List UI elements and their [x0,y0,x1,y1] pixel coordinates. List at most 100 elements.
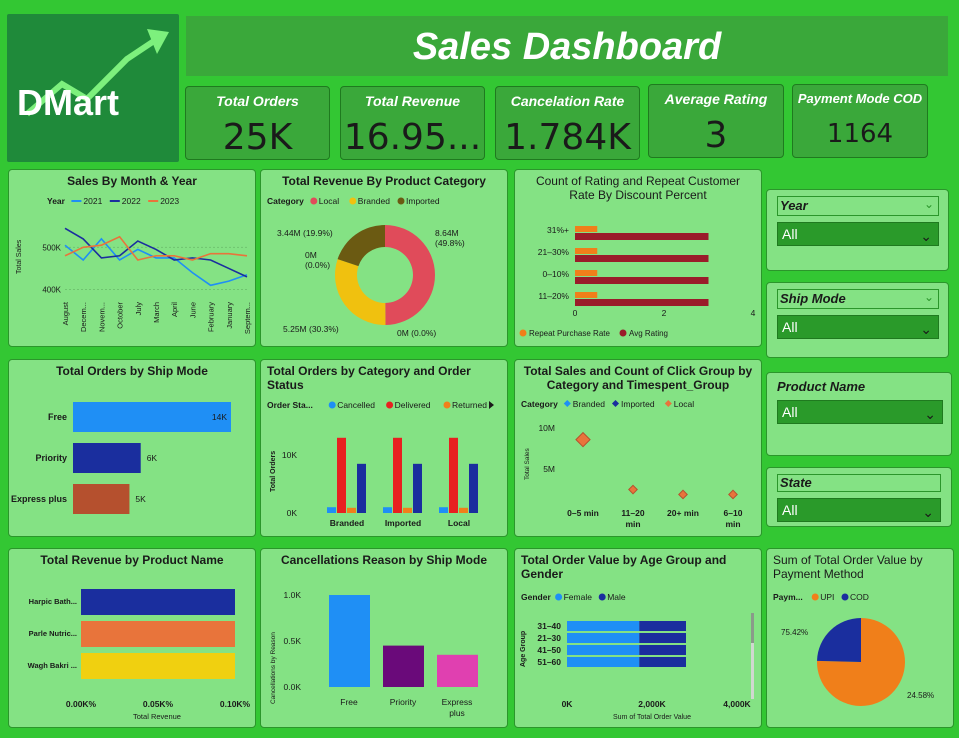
y-tick-label: 41–50 [537,645,561,655]
legend-label: COD [850,592,869,602]
bar-chart: 31%+ 21–30% 0–10% 11–20% 0 2 4 Repeat Purchase … [519,225,756,338]
y-tick-label: 5M [543,464,555,474]
x-tick-label: 0.10K% [220,699,251,709]
x-tick-label: January [225,302,234,329]
scatter-point [678,489,688,500]
legend-label: Avg Rating [629,329,668,338]
bar-male [639,633,686,643]
data-label: 14K [212,412,227,422]
slicer-label: Ship Mode [780,291,846,306]
x-tick-label: February [207,302,216,332]
data-label: 8.64M [435,228,459,238]
bar-female [567,621,640,631]
x-tick-label: 2,000K [638,699,666,709]
y-tick-label: Free [48,412,67,422]
play-icon [489,401,494,409]
x-tick-label: 6–10 [724,508,743,518]
legend-swatch [664,399,672,408]
legend-title: Category [267,196,304,206]
legend-swatch [555,593,563,601]
legend-swatch [598,593,606,601]
legend-label: Cancelled [337,400,375,410]
legend-label: Local [674,399,694,409]
legend-swatch [397,197,405,205]
kpi-cancelation-rate: Cancelation Rate 1.784K [495,86,640,160]
x-tick-label: 20+ min [667,508,699,518]
column-delivered [337,437,346,513]
bar-product [81,653,235,679]
chevron-down-icon[interactable]: ⌄ [924,197,934,211]
x-tick-label: 11–20 [621,508,644,518]
panel-sales-click-group: Total Sales and Count of Click Group by … [514,359,762,537]
y-tick-label: Priority [35,453,67,463]
legend-label: Branded [573,399,605,409]
y-axis-label: Total Sales [524,447,531,480]
legend-title: Year [47,196,66,206]
dropdown-value: All [782,226,798,242]
panel-cancellations-by-ship-mode: Cancellations Reason by Ship Mode 1.0K 0.… [260,548,508,728]
legend-label: 2022 [122,196,141,206]
bar-chart: Free 14K Priority 6K Express plus 5K [11,402,231,514]
chevron-down-icon[interactable]: ⌄ [924,290,934,304]
y-tick-label: Parle Nutric... [29,629,77,638]
kpi-label: Payment Mode COD [797,91,923,106]
dmart-logo: DMart [7,14,179,162]
x-tick-label: Branded [330,518,364,528]
column-fourth [413,463,422,513]
legend-swatch [611,399,620,408]
legend-label: 2021 [83,196,102,206]
column-returned [347,507,356,513]
legend-swatch [841,593,849,601]
panel-revenue-by-category: Total Revenue By Product Category Catego… [260,169,508,347]
kpi-value: 25K [222,117,293,158]
y-tick-label: Harpic Bath... [29,597,77,606]
data-label: 75.42% [781,628,808,637]
bar-male [639,621,686,631]
legend-swatch [349,197,357,205]
y-axis-label: Total Orders [270,451,277,492]
slicer-ship-mode-dropdown[interactable]: All ⌄ [777,315,939,339]
column-delivered [393,437,402,513]
y-tick-label: 1.0K [284,590,302,600]
panel-sales-by-month: Sales By Month & Year Year 2021 2022 2023 50… [8,169,256,347]
slicer-year: Year ⌄ All ⌄ [766,189,949,271]
legend-swatch [519,329,527,337]
kpi-average-rating: Average Rating 3 [648,84,784,158]
y-axis-label: Age Group [520,631,527,667]
bar-male [639,657,686,667]
y-axis-label: Cancellations by Reason [270,632,277,704]
y-tick-label: 400K [42,286,61,295]
bar-product [81,589,235,615]
legend-swatch [811,593,819,601]
x-tick-label: 4 [751,308,756,318]
x-tick-label: plus [449,708,465,718]
bar-avg-rating [575,299,709,306]
slicer-state-dropdown[interactable]: All ⌄ [777,498,941,522]
kpi-payment-cod: Payment Mode COD 1164 [792,84,928,158]
x-tick-label: Septem... [243,302,252,334]
x-tick-label: Imported [385,518,421,528]
data-label: 5.25M (30.3%) [283,324,339,334]
x-tick-label: Local [448,518,470,528]
data-label: 5K [135,494,146,504]
y-tick-label: 10M [538,423,555,433]
bar-free [73,402,231,432]
panel-revenue-by-product: Total Revenue by Product Name Harpic Bat… [8,548,256,728]
slicer-label: State [780,475,812,490]
pie-chart: Paym... UPI COD 75.42% 24.58% [773,592,934,706]
y-tick-label: 51–60 [537,657,561,667]
y-tick-label: 0K [287,508,298,518]
y-tick-label: 31–40 [537,621,561,631]
slicer-product-name-dropdown[interactable]: All ⌄ [777,400,943,424]
bar-express-plus [73,484,130,514]
legend-label: Male [607,592,626,602]
column-returned [459,507,468,513]
scatter-point [628,484,638,495]
x-tick-label: Free [340,697,358,707]
slicer-year-dropdown[interactable]: All ⌄ [777,222,939,246]
x-tick-label: Decem... [79,302,88,332]
data-label: 3.44M (19.9%) [277,228,333,238]
scatter-point [728,489,738,500]
bar-female [567,657,640,667]
x-tick-label: Priority [390,697,417,707]
